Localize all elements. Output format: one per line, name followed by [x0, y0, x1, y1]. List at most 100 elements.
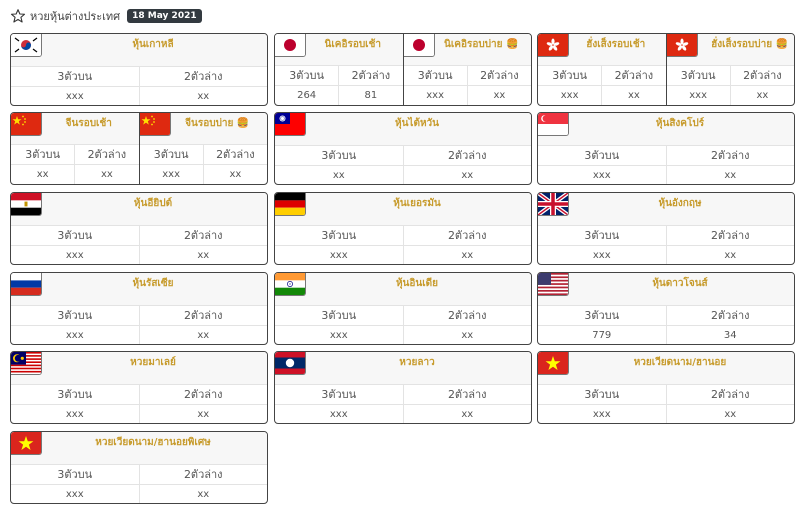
bottom-label: 2ตัวล่าง — [402, 385, 532, 404]
page-header: หวยหุ้นต่างประเทศ 18 May 2021 — [10, 6, 202, 26]
lottery-card-china-morning[interactable]: จีนรอบเช้า 3ตัวบน 2ตัวล่าง xx xx — [11, 113, 139, 184]
top-label: 3ตัวบน — [321, 149, 357, 162]
lottery-name: หุ้นสิงคโปร์ — [655, 118, 705, 129]
bottom-value: 34 — [665, 326, 795, 344]
bottom-value: xx — [74, 165, 138, 184]
lottery-card-nikkei-afternoon[interactable]: นิเคอิรอบบ่าย 🍔 3ตัวบน 2ตัวล่าง xxx xx — [402, 34, 531, 105]
bottom-label: 2ตัวล่าง — [138, 385, 268, 404]
lottery-card-england[interactable]: หุ้นอังกฤษ 3ตัวบน 2ตัวล่าง xxx xx — [537, 192, 795, 265]
top-value: xxx — [65, 250, 84, 261]
taiwan-flag-icon — [275, 113, 306, 136]
lottery-name: หวยเวียดนาม/ฮานอย — [633, 357, 727, 368]
vietnam-flag-icon — [11, 432, 42, 455]
lottery-name: หวยลาว — [399, 357, 435, 368]
bottom-label: 2ตัวล่าง — [665, 146, 795, 165]
top-label: 3ตัวบน — [321, 388, 357, 401]
singapore-flag-icon — [538, 113, 569, 136]
top-label: 3ตัวบน — [321, 309, 357, 322]
lottery-card-hangseng-afternoon[interactable]: ฮั่งเส็งรอบบ่าย 🍔 3ตัวบน 2ตัวล่าง xxx xx — [665, 34, 794, 105]
lottery-card-india[interactable]: หุ้นอินเดีย 3ตัวบน 2ตัวล่าง xxx xx — [274, 272, 532, 345]
bottom-label: 2ตัวล่าง — [74, 145, 138, 164]
lottery-card-china: จีนรอบเช้า 3ตัวบน 2ตัวล่าง xx xx จีนรอบบ่า… — [10, 112, 268, 185]
top-value: 264 — [297, 90, 317, 101]
hongkong-flag-icon — [538, 34, 569, 57]
lottery-name: หุ้นเยอรมัน — [393, 198, 441, 209]
bottom-label: 2ตัวล่าง — [402, 146, 532, 165]
bottom-value: xx — [665, 246, 795, 264]
malaysia-flag-icon — [11, 352, 42, 375]
hongkong-flag-icon — [666, 34, 698, 57]
top-label: 3ตัวบน — [584, 309, 620, 322]
lottery-card-vietnam-special[interactable]: หวยเวียดนาม/ฮานอยพิเศษ 3ตัวบน 2ตัวล่าง xx… — [10, 431, 268, 504]
top-value: xx — [36, 169, 49, 180]
bottom-label: 2ตัวล่าง — [665, 226, 795, 245]
china-flag-icon — [11, 113, 42, 136]
bottom-value: xx — [402, 246, 532, 264]
bottom-value: xx — [202, 165, 267, 184]
korea-flag-icon — [11, 34, 42, 57]
top-label: 3ตัวบน — [57, 388, 93, 401]
lottery-card-singapore[interactable]: หุ้นสิงคโปร์ 3ตัวบน 2ตัวล่าง xxx xx — [537, 112, 795, 185]
top-value: xxx — [592, 409, 611, 420]
bottom-value: xx — [138, 87, 268, 105]
top-label: 3ตัวบน — [584, 388, 620, 401]
top-value: 779 — [592, 330, 612, 341]
bottom-label: 2ตัวล่าง — [466, 66, 531, 85]
lottery-card-nikkei-morning[interactable]: นิเคอิรอบเช้า 3ตัวบน 2ตัวล่าง 264 81 — [275, 34, 403, 105]
bottom-label: 2ตัวล่าง — [402, 306, 532, 325]
top-value: xxx — [65, 489, 84, 500]
lottery-card-russia[interactable]: หุ้นรัสเซีย 3ตัวบน 2ตัวล่าง xxx xx — [10, 272, 268, 345]
lottery-name: หวยมาเลย์ — [130, 357, 176, 368]
egypt-flag-icon — [11, 193, 42, 216]
lottery-card-dowjones[interactable]: หุ้นดาวโจนส์ 3ตัวบน 2ตัวล่าง 779 34 — [537, 272, 795, 345]
bottom-label: 2ตัวล่าง — [729, 66, 794, 85]
lottery-card-taiwan[interactable]: หุ้นไต้หวัน 3ตัวบน 2ตัวล่าง xx xx — [274, 112, 532, 185]
top-label: 3ตัวบน — [417, 69, 453, 82]
top-value: xx — [332, 170, 345, 181]
lottery-card-vietnam[interactable]: หวยเวียดนาม/ฮานอย 3ตัวบน 2ตัวล่าง xxx xx — [537, 351, 795, 424]
top-label: 3ตัวบน — [57, 309, 93, 322]
bottom-label: 2ตัวล่าง — [138, 465, 268, 484]
top-value: xxx — [65, 409, 84, 420]
bottom-value: xx — [138, 485, 268, 503]
star-icon[interactable] — [10, 8, 26, 24]
russia-flag-icon — [11, 273, 42, 296]
bottom-value: xx — [138, 326, 268, 344]
india-flag-icon — [275, 273, 306, 296]
top-label: 3ตัวบน — [57, 468, 93, 481]
top-value: xxx — [329, 330, 348, 341]
bottom-value: xx — [466, 86, 531, 105]
lottery-card-egypt[interactable]: หุ้นอียิปต์ 3ตัวบน 2ตัวล่าง xxx xx — [10, 192, 268, 265]
lottery-name: จีนรอบบ่าย 🍔 — [185, 118, 250, 129]
lottery-name: หวยเวียดนาม/ฮานอยพิเศษ — [95, 437, 211, 448]
top-value: xxx — [592, 250, 611, 261]
lottery-card-korea[interactable]: หุ้นเกาหลี 3ตัวบน 2ตัวล่าง xxx xx — [10, 33, 268, 106]
bottom-value: xx — [729, 86, 794, 105]
lottery-name: ฮั่งเส็งรอบเช้า — [586, 39, 646, 50]
lottery-card-nikkei: นิเคอิรอบเช้า 3ตัวบน 2ตัวล่าง 264 81 นิเคอ… — [274, 33, 532, 106]
top-value: xxx — [329, 250, 348, 261]
lottery-card-malaysia[interactable]: หวยมาเลย์ 3ตัวบน 2ตัวล่าง xxx xx — [10, 351, 268, 424]
lottery-card-hangseng-morning[interactable]: ฮั่งเส็งรอบเช้า 3ตัวบน 2ตัวล่าง xxx xx — [538, 34, 666, 105]
bottom-label: 2ตัวล่าง — [138, 306, 268, 325]
lottery-card-china-afternoon[interactable]: จีนรอบบ่าย 🍔 3ตัวบน 2ตัวล่าง xxx xx — [138, 113, 267, 184]
lottery-name: จีนรอบเช้า — [65, 118, 112, 129]
top-label: 3ตัวบน — [153, 148, 189, 161]
uk-flag-icon — [538, 193, 569, 216]
lottery-card-germany[interactable]: หุ้นเยอรมัน 3ตัวบน 2ตัวล่าง xxx xx — [274, 192, 532, 265]
bottom-value: xx — [402, 405, 532, 423]
bottom-label: 2ตัวล่าง — [665, 306, 795, 325]
top-value: xxx — [65, 330, 84, 341]
date-badge: 18 May 2021 — [127, 9, 202, 23]
lottery-name: นิเคอิรอบเช้า — [324, 39, 382, 50]
top-label: 3ตัวบน — [57, 229, 93, 242]
top-label: 3ตัวบน — [680, 69, 716, 82]
bottom-label: 2ตัวล่าง — [138, 67, 268, 86]
page-title: หวยหุ้นต่างประเทศ — [30, 10, 121, 23]
bottom-value: xx — [665, 405, 795, 423]
bottom-value: xx — [665, 166, 795, 184]
bottom-value: xx — [138, 246, 268, 264]
bottom-label: 2ตัวล่าง — [402, 226, 532, 245]
bottom-value: xx — [402, 166, 532, 184]
lottery-card-laos[interactable]: หวยลาว 3ตัวบน 2ตัวล่าง xxx xx — [274, 351, 532, 424]
